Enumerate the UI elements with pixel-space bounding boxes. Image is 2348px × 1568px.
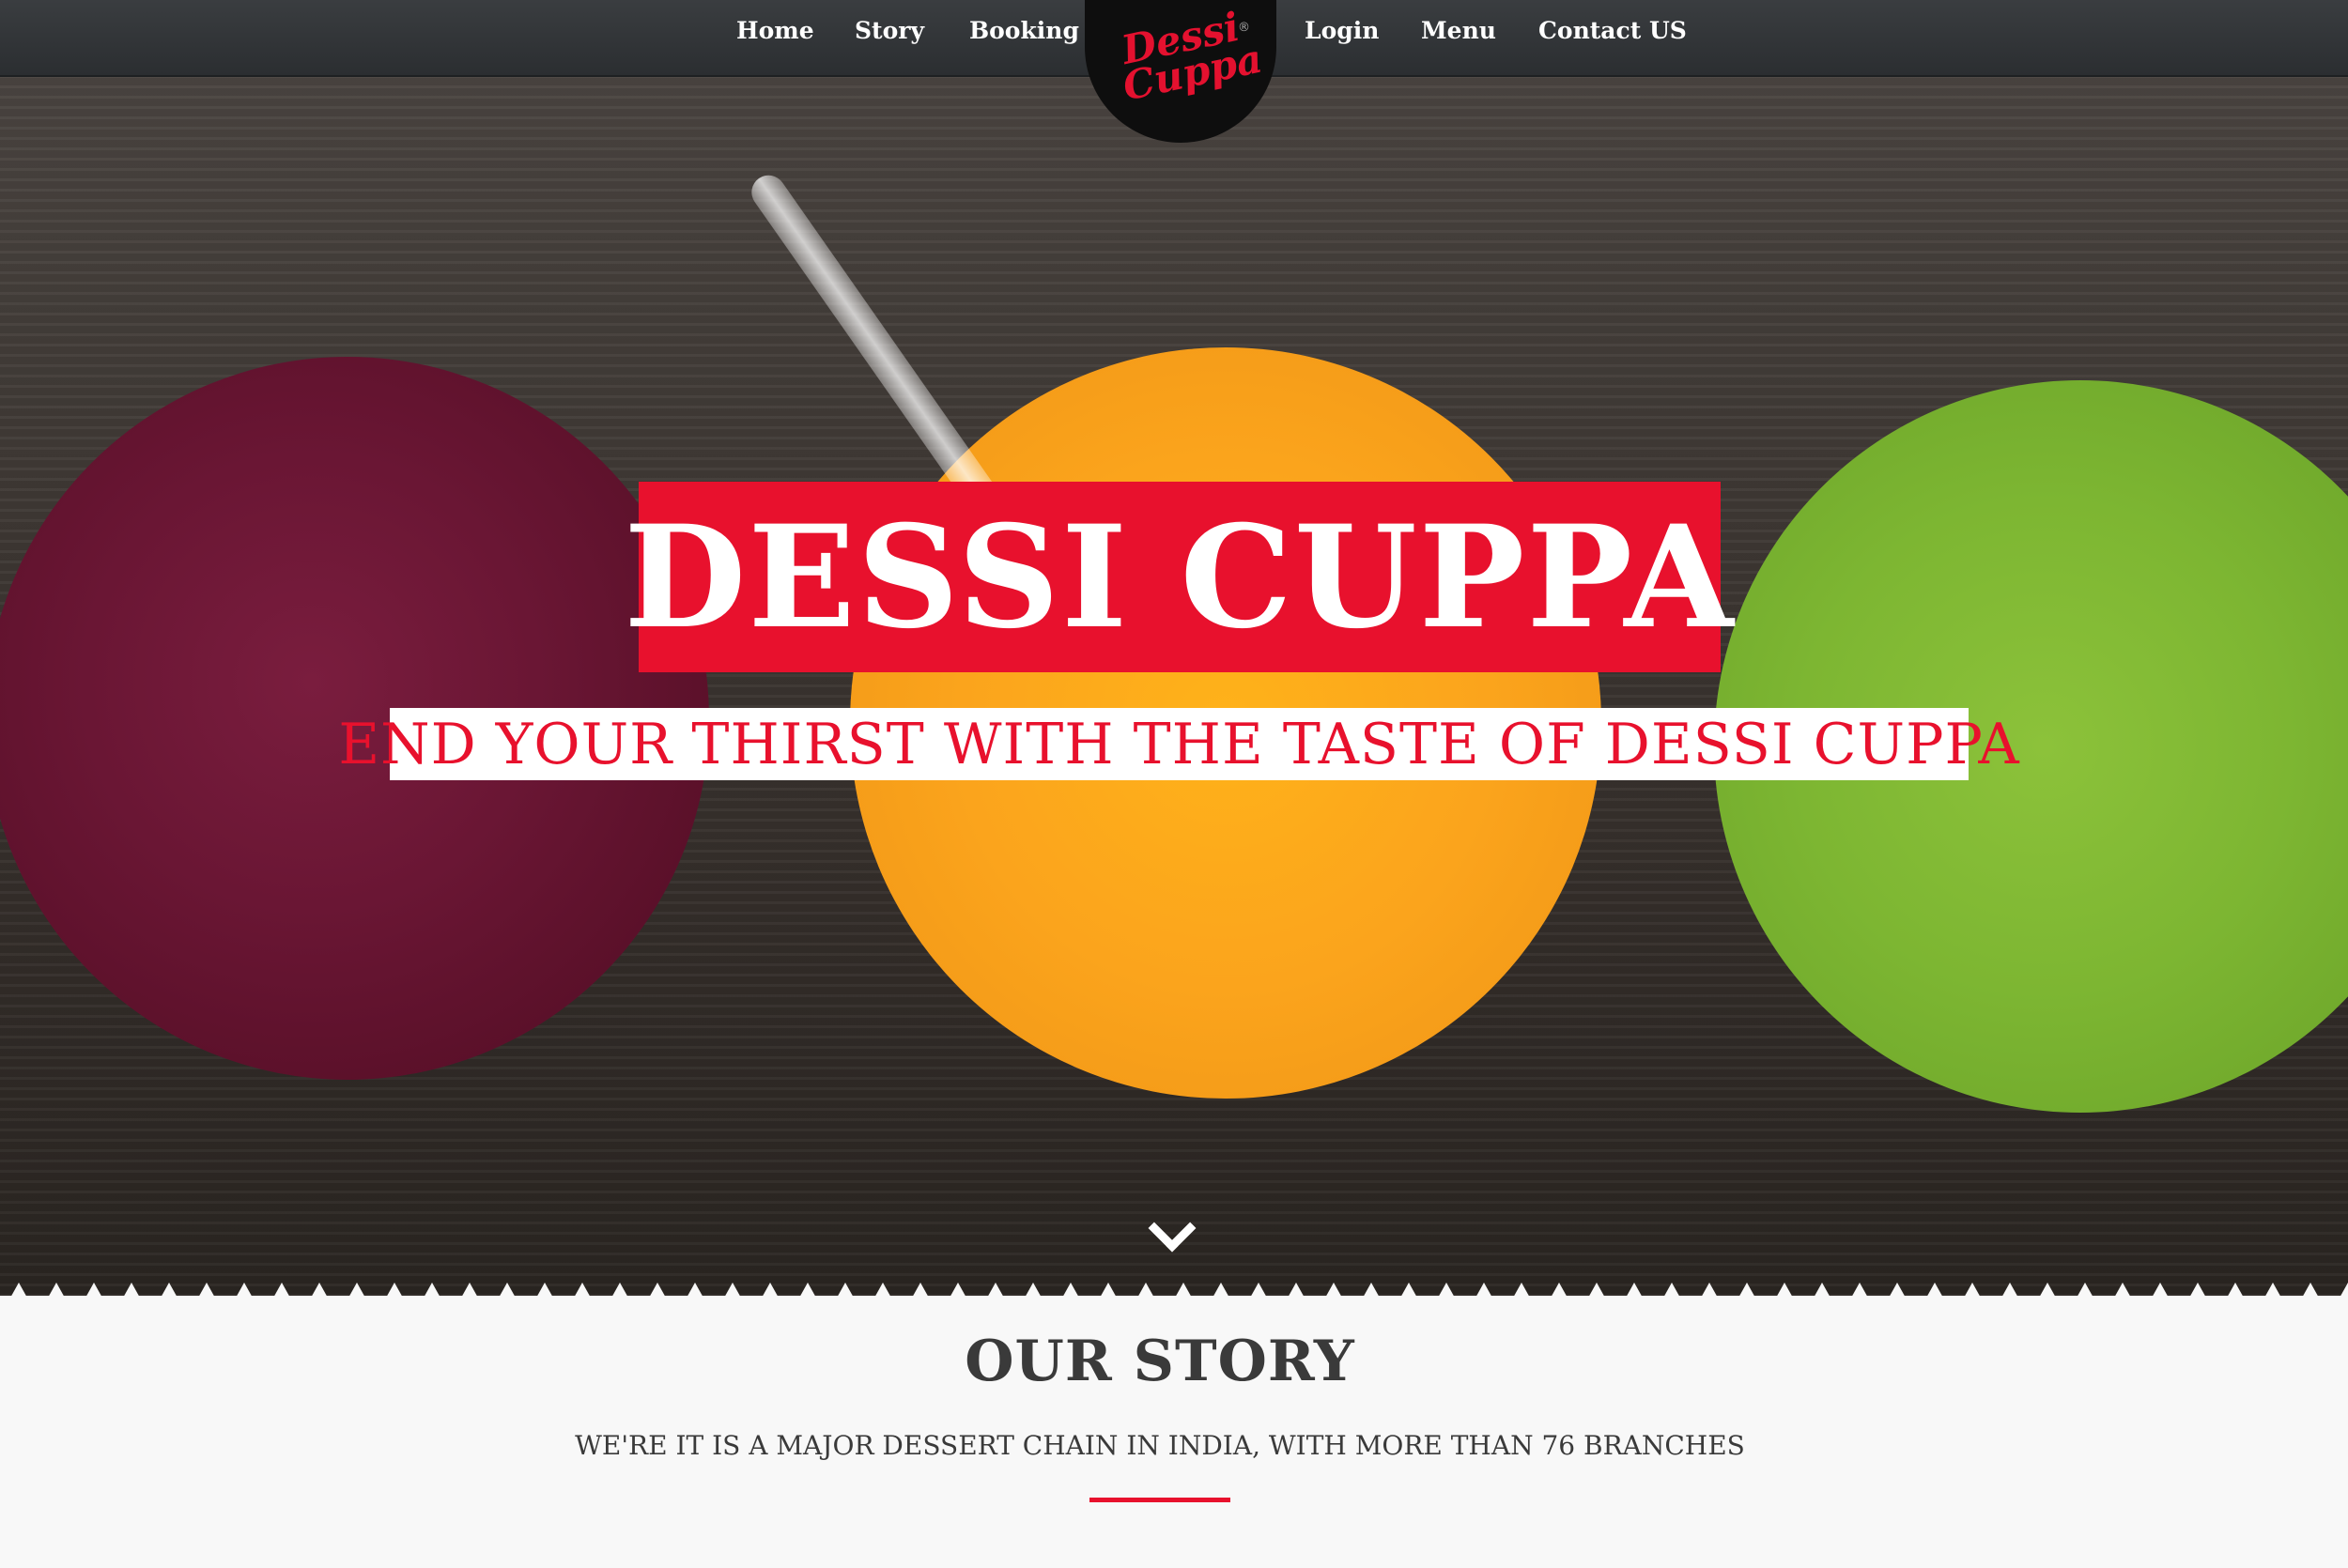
hero-subtitle-box: END YOUR THIRST WITH THE TASTE OF DESSI …: [338, 708, 2019, 780]
hero-title: DESSI CUPPA: [624, 494, 1736, 660]
nav-link-login[interactable]: Login: [1305, 0, 1379, 62]
nav-link-booking[interactable]: Booking: [969, 0, 1079, 62]
divider-line: [1089, 1498, 1230, 1502]
zigzag-divider: [0, 1277, 2348, 1316]
our-story-section: OUR STORY WE'RE IT IS A MAJOR DESSERT CH…: [0, 1310, 2348, 1568]
nav-link-menu[interactable]: Menu: [1421, 0, 1496, 62]
chevron-down-icon[interactable]: [1148, 1204, 1197, 1253]
section-heading: OUR STORY: [965, 1329, 1355, 1394]
nav-link-contact[interactable]: Contact US: [1538, 0, 1687, 62]
hero-title-box: DESSI CUPPA: [624, 482, 1734, 672]
hero-subtitle: END YOUR THIRST WITH THE TASTE OF DESSI …: [338, 711, 2020, 777]
registered-mark: ®: [1238, 21, 1250, 35]
nav-link-story[interactable]: Story: [855, 0, 924, 62]
logo: Dessi Cuppa: [1118, 3, 1267, 110]
nav-link-home[interactable]: Home: [736, 0, 814, 62]
section-text: WE'RE IT IS A MAJOR DESSERT CHAIN IN IND…: [575, 1430, 1745, 1461]
hero-section: DESSI CUPPA END YOUR THIRST WITH THE TAS…: [0, 75, 2348, 1296]
